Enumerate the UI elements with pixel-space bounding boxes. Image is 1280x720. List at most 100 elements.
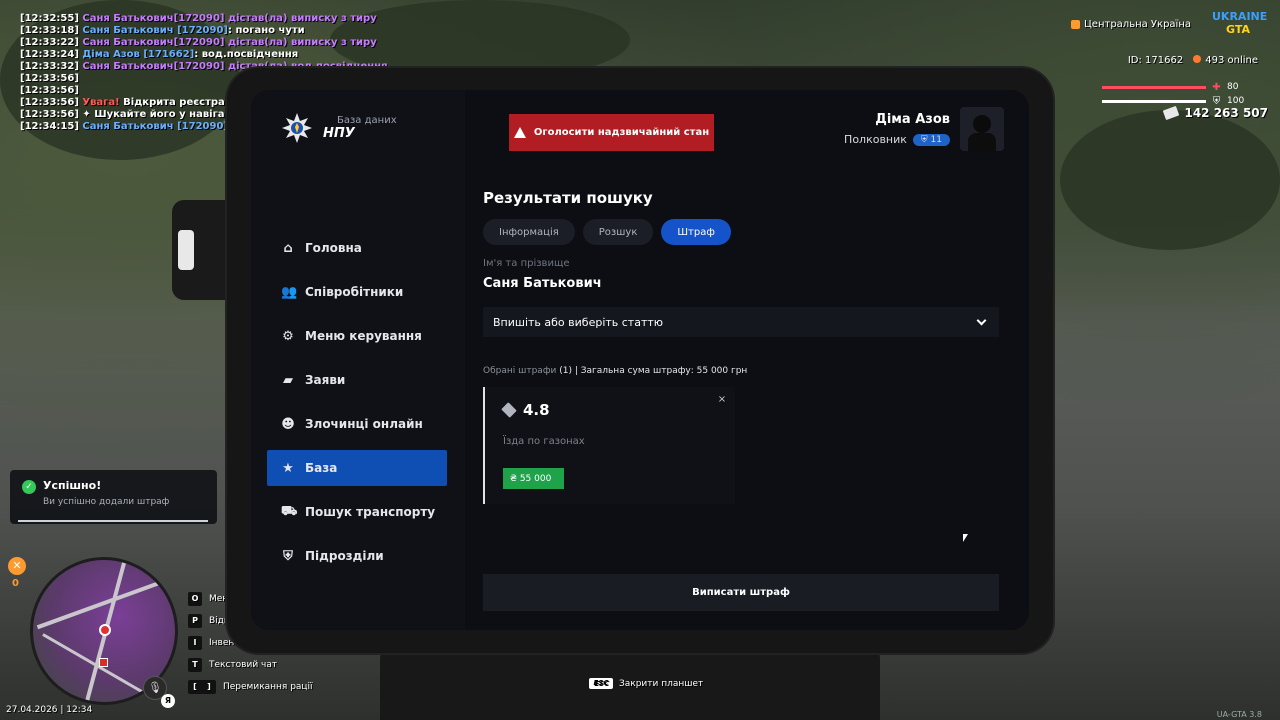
chat-text: : вод.посвідчення [194, 49, 299, 60]
sidebar-item-2[interactable]: 👥 Співробітники [267, 274, 447, 310]
sidebar-item-label: База [305, 461, 338, 475]
status-bars: ✚ 80 ⛨ 100 [1102, 80, 1262, 108]
issue-fine-button-label: Виписати штраф [692, 587, 790, 598]
game-version: UA-GTA 3.8 [1216, 710, 1262, 719]
keycap: P [188, 614, 202, 628]
chat-text: Саня Батькович [172090] [78, 25, 228, 36]
tab-2[interactable]: Розшук [582, 219, 654, 245]
hunger-value: 0 [12, 578, 19, 589]
chevron-down-icon [976, 315, 987, 325]
fine-article-code: 4.8 [523, 401, 550, 419]
chat-timestamp: [12:33:22] [20, 37, 79, 48]
game-logo: UKRAINE GTA [1212, 10, 1268, 40]
selected-fines-total: (1) | Загальна сума штрафу: 55 000 грн [556, 366, 748, 376]
tablet-screen: База даних НПУ ⌂ Головна 👥 Співробітники ⚙ Ме… [251, 90, 1029, 630]
rank-level: 11 [930, 134, 942, 145]
emergency-button[interactable]: Оголосити надзвичайний стан [509, 114, 714, 151]
armor-value: 100 [1227, 96, 1245, 106]
sidebar-item-1[interactable]: ⌂ Головна [267, 230, 447, 266]
sidebar-item-4[interactable]: ▰ Заяви [267, 362, 447, 398]
keycap: T [188, 658, 202, 672]
success-notification: ✓ Успішно! Ви успішно додали штраф [10, 470, 217, 524]
logo-text-top: UKRAINE [1212, 10, 1268, 23]
player-marker-icon [99, 624, 111, 636]
sidebar-nav: ⌂ Головна 👥 Співробітники ⚙ Меню керування ▰ За… [267, 230, 447, 582]
player-info: ID: 171662 493 online [1128, 55, 1258, 66]
keycap: I [188, 636, 202, 650]
car-icon: ⛟ [281, 503, 298, 519]
main-content: Оголосити надзвичайний стан Діма Азов По… [465, 90, 1029, 630]
notification-progress [18, 520, 208, 522]
online-count-text: 493 online [1205, 55, 1258, 66]
article-select[interactable]: Впишіть або виберіть статтю [483, 307, 999, 337]
police-badge-icon [282, 113, 312, 143]
notification-title: Успішно! [43, 479, 102, 492]
armor-icon: ⛨ [1212, 95, 1221, 107]
player-id: ID: 171662 [1127, 55, 1184, 66]
gear-icon: ⚙ [282, 328, 294, 344]
armor-bar [1102, 99, 1206, 103]
tree [1060, 110, 1280, 250]
emergency-button-label: Оголосити надзвичайний стан [533, 127, 710, 138]
chat-line: [12:32:55] Саня Батькович[172090] дістав… [20, 13, 417, 25]
keycap-char: ] [207, 682, 211, 691]
chat-text: : погано чути [228, 25, 305, 36]
sidebar-item-6[interactable]: ★ База [267, 450, 447, 486]
key-hint-label: Перемикання рації [223, 682, 313, 692]
sidebar-item-8[interactable]: ⛨ Підрозділи [267, 538, 447, 574]
key-hint-label: Текстовий чат [209, 660, 278, 670]
sidebar-item-label: Заяви [305, 373, 346, 387]
key-hint: [] Перемикання рації [188, 676, 313, 698]
fine-card: 4.8 Їзда по газонах ₴ 55 000 × [483, 387, 735, 504]
sidebar-item-label: Пошук транспорту [305, 505, 436, 519]
star-icon: ★ [282, 460, 294, 476]
chat-line: [12:33:24] Діма Азов [171662]: вод.посві… [20, 49, 417, 61]
chat-text: ✦ Шукайте його у навігації: [78, 109, 247, 120]
rank-level-badge: ⛨ 11 [912, 133, 950, 146]
chat-timestamp: [12:33:56] [20, 97, 79, 108]
users-icon: 👥 [281, 284, 298, 300]
online-dot-icon [1193, 55, 1202, 63]
police-tablet: База даних НПУ ⌂ Головна 👥 Співробітники ⚙ Ме… [227, 68, 1053, 653]
mouse-cursor-icon [963, 534, 968, 542]
sidebar-item-label: Підрозділи [305, 549, 384, 563]
chat-timestamp: [12:33:24] [20, 49, 79, 60]
chat-timestamp: [12:32:55] [20, 13, 79, 24]
person-name: Саня Батькович [483, 276, 602, 291]
sidebar-item-label: Співробітники [305, 285, 404, 299]
user-profile: Діма Азов Полковник ⛨ 11 [844, 107, 1004, 151]
remove-fine-close-icon[interactable]: × [715, 393, 729, 407]
money-display: 142 263 507 [1163, 105, 1268, 121]
logo-text-bottom: GTA [1226, 23, 1250, 36]
avatar [960, 107, 1004, 151]
money-value: 142 263 507 [1184, 106, 1268, 120]
food-icon: ✕ [8, 557, 26, 575]
brand-title: НПУ [323, 126, 355, 141]
sidebar-item-7[interactable]: ⛟ Пошук транспорту [267, 494, 447, 530]
tab-3[interactable]: Штраф [661, 219, 731, 245]
home-icon: ⌂ [283, 240, 293, 256]
name-label: Ім'я та прізвище [483, 258, 570, 269]
sidebar: База даних НПУ ⌂ Головна 👥 Співробітники ⚙ Ме… [251, 90, 465, 630]
notification-subtitle: Ви успішно додали штраф [43, 497, 170, 507]
shield-icon: ⛨ [283, 548, 293, 564]
health-icon: ✚ [1212, 81, 1221, 93]
cash-icon [1163, 105, 1180, 121]
sidebar-item-label: Головна [305, 241, 362, 255]
chat-text: Саня Батькович[172090] дістав(ла) виписк… [78, 37, 377, 48]
chat-timestamp: [12:33:18] [20, 25, 79, 36]
region-name: Центральна Україна [1084, 19, 1191, 30]
sidebar-item-3[interactable]: ⚙ Меню керування [267, 318, 447, 354]
tab-1[interactable]: Інформація [483, 219, 575, 245]
chat-line: [12:33:22] Саня Батькович[172090] дістав… [20, 37, 417, 49]
sidebar-item-label: Злочинці онлайн [305, 417, 423, 431]
mask-icon: ☻ [281, 416, 295, 432]
date-time: 27.04.2026 | 12:34 [6, 705, 93, 715]
issue-fine-button[interactable]: Виписати штраф [483, 574, 999, 611]
health-bar [1102, 85, 1206, 89]
sidebar-item-label: Меню керування [305, 329, 422, 343]
tag-icon [501, 402, 517, 418]
chat-text: Саня Батькович [172090] [78, 121, 228, 132]
voice-badge: Я [161, 694, 175, 708]
sidebar-item-5[interactable]: ☻ Злочинці онлайн [267, 406, 447, 442]
